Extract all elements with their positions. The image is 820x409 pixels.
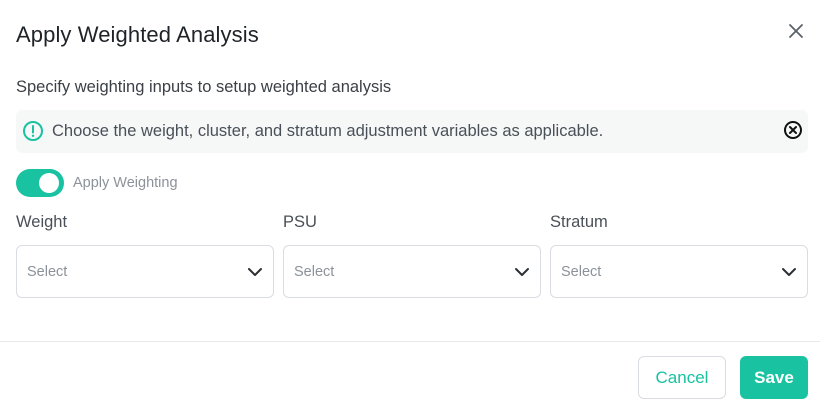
weight-label: Weight (16, 213, 68, 231)
chevron-down-icon (248, 268, 262, 276)
dialog-title: Apply Weighted Analysis (16, 22, 259, 47)
close-circle-icon (784, 121, 802, 139)
apply-weighting-toggle[interactable] (16, 169, 64, 197)
stratum-select[interactable]: Select (550, 245, 808, 298)
toggle-knob (39, 173, 59, 193)
apply-weighted-analysis-dialog: Apply Weighted Analysis Specify weightin… (0, 0, 820, 409)
save-button[interactable]: Save (740, 356, 808, 399)
close-icon (789, 24, 803, 38)
apply-weighting-label: Apply Weighting (73, 175, 178, 191)
stratum-label: Stratum (550, 213, 608, 231)
chevron-down-icon (515, 268, 529, 276)
chevron-down-icon (782, 268, 796, 276)
weight-select[interactable]: Select (16, 245, 274, 298)
psu-select[interactable]: Select (283, 245, 541, 298)
psu-label: PSU (283, 213, 317, 231)
footer-divider (0, 341, 820, 342)
dialog-subtitle: Specify weighting inputs to setup weight… (16, 78, 392, 96)
stratum-select-placeholder: Select (561, 264, 602, 280)
info-banner-text: Choose the weight, cluster, and stratum … (52, 122, 604, 140)
info-banner: Choose the weight, cluster, and stratum … (16, 110, 808, 153)
dismiss-banner-button[interactable] (783, 120, 803, 140)
cancel-button[interactable]: Cancel (638, 356, 726, 399)
weight-select-placeholder: Select (27, 264, 68, 280)
close-button[interactable] (784, 19, 808, 43)
psu-select-placeholder: Select (294, 264, 335, 280)
info-circle-icon (23, 121, 43, 141)
